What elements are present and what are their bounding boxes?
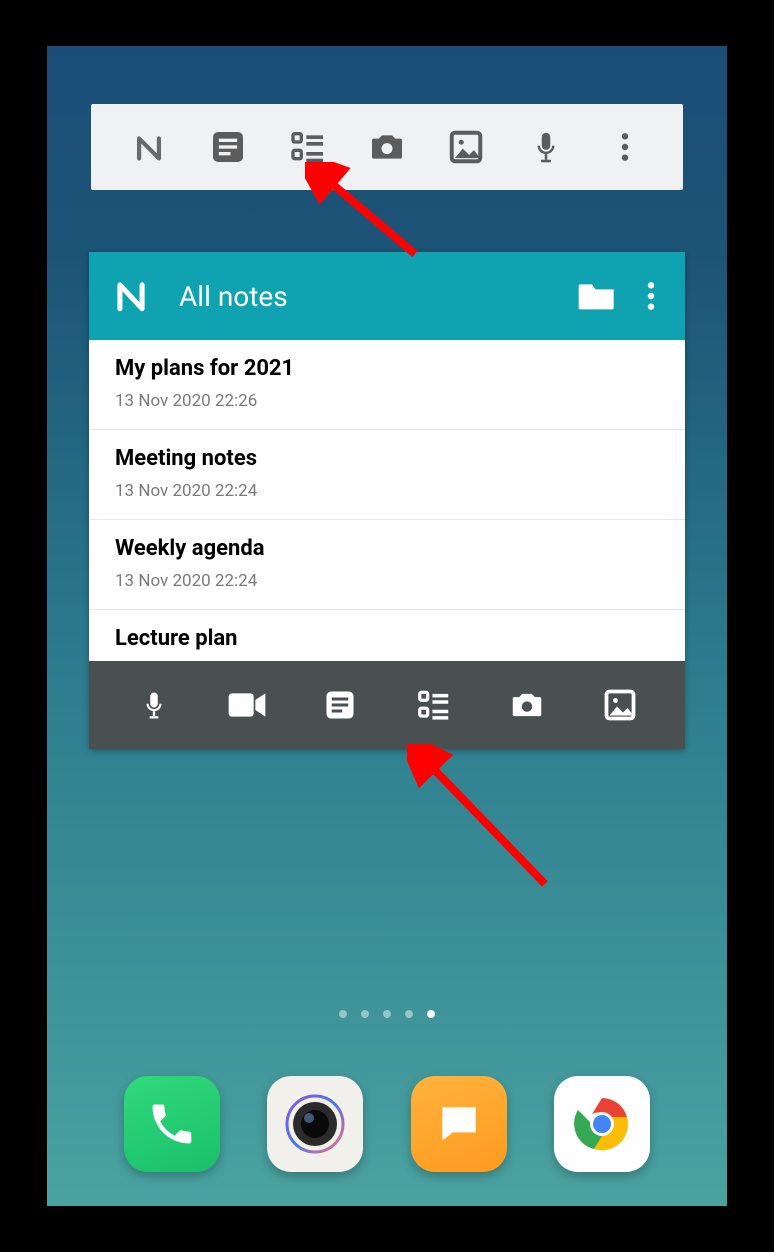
camera-app-icon[interactable] bbox=[267, 1076, 363, 1172]
image-icon[interactable] bbox=[445, 126, 487, 168]
mic-icon[interactable] bbox=[525, 126, 567, 168]
phone-app-icon[interactable] bbox=[124, 1076, 220, 1172]
nimbus-logo-icon[interactable] bbox=[128, 126, 170, 168]
page-dot-active[interactable] bbox=[427, 1010, 435, 1018]
camera-icon[interactable] bbox=[507, 685, 547, 725]
notes-widget: All notes My plans for 2021 13 Nov 2020 … bbox=[89, 252, 685, 749]
image-icon[interactable] bbox=[600, 685, 640, 725]
mic-icon[interactable] bbox=[134, 685, 174, 725]
text-note-icon[interactable] bbox=[320, 685, 360, 725]
note-item[interactable]: Weekly agenda 13 Nov 2020 22:24 bbox=[89, 520, 685, 610]
page-dot[interactable] bbox=[383, 1010, 391, 1018]
video-icon[interactable] bbox=[227, 685, 267, 725]
note-item[interactable]: Meeting notes 13 Nov 2020 22:24 bbox=[89, 430, 685, 520]
note-title: Weekly agenda bbox=[115, 536, 659, 561]
note-date: 13 Nov 2020 22:24 bbox=[115, 481, 659, 501]
text-note-icon[interactable] bbox=[207, 126, 249, 168]
more-menu-icon[interactable] bbox=[637, 279, 665, 313]
note-item[interactable]: My plans for 2021 13 Nov 2020 22:26 bbox=[89, 340, 685, 430]
page-dot[interactable] bbox=[361, 1010, 369, 1018]
page-indicator bbox=[47, 1010, 727, 1018]
note-item[interactable]: Lecture plan bbox=[89, 610, 685, 661]
dock bbox=[47, 1076, 727, 1172]
note-title: My plans for 2021 bbox=[115, 356, 659, 381]
folder-icon[interactable] bbox=[575, 278, 619, 314]
more-menu-icon[interactable] bbox=[604, 126, 646, 168]
messages-app-icon[interactable] bbox=[411, 1076, 507, 1172]
annotation-arrow-bottom bbox=[407, 744, 557, 894]
notes-widget-title: All notes bbox=[179, 280, 575, 313]
note-date: 13 Nov 2020 22:26 bbox=[115, 391, 659, 411]
chrome-app-icon[interactable] bbox=[554, 1076, 650, 1172]
list-icon[interactable] bbox=[414, 685, 454, 725]
note-date: 13 Nov 2020 22:24 bbox=[115, 571, 659, 591]
home-screen: All notes My plans for 2021 13 Nov 2020 … bbox=[47, 46, 727, 1206]
page-dot[interactable] bbox=[405, 1010, 413, 1018]
page-dot[interactable] bbox=[339, 1010, 347, 1018]
nimbus-logo-icon[interactable] bbox=[109, 277, 153, 315]
note-title: Lecture plan bbox=[115, 626, 659, 651]
notes-widget-header: All notes bbox=[89, 252, 685, 340]
notes-widget-toolbar bbox=[89, 661, 685, 749]
note-title: Meeting notes bbox=[115, 446, 659, 471]
annotation-arrow-top bbox=[305, 162, 425, 262]
